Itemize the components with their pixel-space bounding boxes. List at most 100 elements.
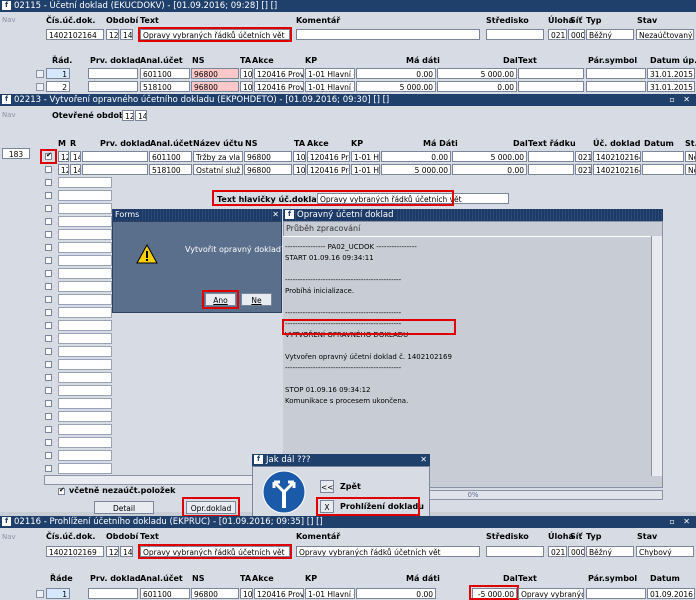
obdobi-field-2[interactable]: 14: [120, 29, 133, 40]
row-checkbox[interactable]: [45, 387, 52, 394]
w3-r1-dal[interactable]: -5 000.00: [472, 588, 517, 599]
w1-r2-datum[interactable]: 31.01.2015: [647, 81, 695, 92]
row-checkbox[interactable]: [45, 244, 52, 251]
w3-r1-prv[interactable]: [88, 588, 138, 599]
empty-row[interactable]: [58, 255, 112, 266]
text-field[interactable]: Opravy vybraných řádků účetních vět: [140, 546, 290, 557]
w1-r1-anal[interactable]: 601100: [140, 68, 190, 79]
w2-r2-ns[interactable]: 96800: [244, 164, 292, 175]
row-checkbox[interactable]: [45, 218, 52, 225]
w3-r1-anal[interactable]: 601100: [140, 588, 190, 599]
empty-row[interactable]: [58, 281, 112, 292]
row-checkbox[interactable]: [45, 439, 52, 446]
w3-r1-rad[interactable]: 1: [46, 588, 70, 599]
row-marker[interactable]: [36, 70, 44, 78]
close-icon[interactable]: ✕: [420, 454, 427, 466]
w1-r2-dal[interactable]: 0.00: [437, 81, 517, 92]
row-checkbox[interactable]: [45, 283, 52, 290]
w2-r2-anal[interactable]: 518100: [149, 164, 192, 175]
row-checkbox[interactable]: [45, 231, 52, 238]
row-checkbox[interactable]: [45, 426, 52, 433]
empty-row[interactable]: [58, 346, 112, 357]
obdobi-field-2[interactable]: 14: [120, 546, 133, 557]
nav-label[interactable]: Nav: [2, 111, 16, 119]
w2-r1-ma[interactable]: 0.00: [381, 151, 451, 162]
w1-r1-ma[interactable]: 0.00: [356, 68, 436, 79]
empty-row[interactable]: [58, 242, 112, 253]
w2-r1-uloha[interactable]: 021: [575, 151, 592, 162]
w2-r2-uloha[interactable]: 021: [575, 164, 592, 175]
row-checkbox[interactable]: [45, 348, 52, 355]
empty-row[interactable]: [58, 463, 112, 474]
forms-titlebar[interactable]: Forms ✕: [112, 209, 282, 221]
empty-row[interactable]: [58, 307, 112, 318]
row-checkbox[interactable]: [45, 413, 52, 420]
cis-field[interactable]: 1402102164: [46, 29, 104, 40]
window3-titlebar[interactable]: f 02116 - Prohlížení účetního dokladu (EK…: [0, 516, 696, 528]
empty-row[interactable]: [58, 177, 112, 188]
stredisko-field[interactable]: [486, 546, 544, 557]
row-checkbox[interactable]: [45, 465, 52, 472]
w1-r2-prv[interactable]: [88, 81, 138, 92]
ano-button[interactable]: Ano: [205, 293, 236, 306]
w1-r2-par[interactable]: [586, 81, 646, 92]
row-checkbox[interactable]: [45, 452, 52, 459]
row-checkbox[interactable]: [45, 205, 52, 212]
empty-row[interactable]: [58, 398, 112, 409]
w1-r1-akce[interactable]: 120416 Provo: [254, 68, 304, 79]
w1-r1-text[interactable]: [518, 68, 584, 79]
nav-label[interactable]: Nav: [2, 533, 16, 541]
w3-r1-datum[interactable]: 01.09.2016: [647, 588, 695, 599]
w2-r2-datum[interactable]: [642, 164, 684, 175]
w1-r1-kp[interactable]: 1-01 Hlavní či: [305, 68, 355, 79]
empty-row[interactable]: [58, 372, 112, 383]
empty-row[interactable]: [58, 268, 112, 279]
window-controls[interactable]: ▫ ✕: [669, 516, 693, 528]
w3-r1-kp[interactable]: 1-01 Hlavní či: [305, 588, 355, 599]
empty-row[interactable]: [58, 437, 112, 448]
w1-r2-ns[interactable]: 96800: [191, 81, 239, 92]
prohlizeni-key-button[interactable]: X: [320, 500, 334, 513]
w2-r1-dal[interactable]: 5 000.00: [452, 151, 527, 162]
w2-r1-m[interactable]: 12: [58, 151, 69, 162]
w2-r2-text[interactable]: [528, 164, 574, 175]
uloha-field[interactable]: 021: [548, 29, 567, 40]
w1-r1-ns[interactable]: 96800: [191, 68, 239, 79]
empty-row[interactable]: [58, 385, 112, 396]
empty-row[interactable]: [58, 333, 112, 344]
w2-r2-ma[interactable]: 5 000.00: [381, 164, 451, 175]
empty-row[interactable]: [58, 203, 112, 214]
komentar-field[interactable]: [296, 29, 480, 40]
empty-row[interactable]: [58, 359, 112, 370]
ne-button[interactable]: Ne: [241, 293, 272, 306]
empty-row[interactable]: [58, 229, 112, 240]
w2-r1-kp[interactable]: 1-01 H: [351, 151, 380, 162]
w3-r1-par[interactable]: [586, 588, 646, 599]
text-hlavicky-field[interactable]: Opravy vybraných řádků účetních vět: [317, 193, 509, 204]
row-checkbox[interactable]: [45, 335, 52, 342]
row-checkbox[interactable]: [45, 322, 52, 329]
otevrene-field-2[interactable]: 14: [135, 110, 147, 121]
typ-field[interactable]: Běžný: [586, 546, 634, 557]
empty-row[interactable]: [58, 450, 112, 461]
row-checkbox[interactable]: [45, 166, 52, 173]
w3-r1-akce[interactable]: 120416 Provo: [254, 588, 304, 599]
w2-r2-r[interactable]: 14: [70, 164, 81, 175]
komentar-field[interactable]: Opravy vybraných řádků účetních vět: [296, 546, 480, 557]
obdobi-field-1[interactable]: 12: [106, 29, 119, 40]
w2-r1-akce[interactable]: 120416 Pro: [307, 151, 350, 162]
row-checkbox[interactable]: [45, 179, 52, 186]
w2-r1-ta[interactable]: 10: [293, 151, 306, 162]
prohlizeni-label[interactable]: Prohlížení dokladu: [340, 502, 424, 511]
vcetne-checkbox[interactable]: ✔: [58, 486, 65, 495]
zpet-label[interactable]: Zpět: [340, 482, 361, 491]
w3-r1-ta[interactable]: 10: [240, 588, 253, 599]
w2-r2-akce[interactable]: 120416 Pro: [307, 164, 350, 175]
row-checkbox[interactable]: [45, 257, 52, 264]
row-checkbox[interactable]: ✔: [45, 151, 52, 160]
opravny-titlebar[interactable]: f Opravný účetní doklad: [283, 209, 663, 221]
detail-button[interactable]: Detail: [94, 501, 154, 514]
stredisko-field[interactable]: [486, 29, 544, 40]
empty-row[interactable]: [58, 216, 112, 227]
zpet-key-button[interactable]: <<: [320, 480, 334, 493]
